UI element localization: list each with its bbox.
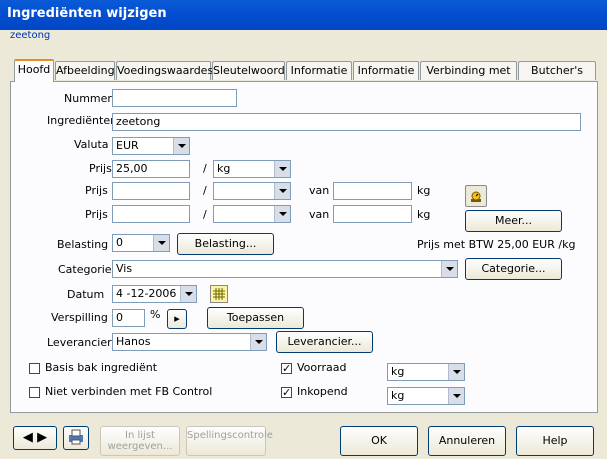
chevron-down-icon[interactable] — [448, 388, 464, 404]
prijs-input-2[interactable] — [112, 182, 190, 200]
van-label-2: van — [309, 184, 330, 197]
unit-select-1[interactable]: kg — [213, 160, 291, 178]
tab-voedingswaardes[interactable]: Voedingswaardes — [116, 61, 213, 80]
categorie-select[interactable]: Vis — [112, 260, 458, 278]
basis-bak-label: Basis bak ingrediënt — [45, 361, 158, 374]
printer-icon — [69, 429, 83, 445]
prev-arrow-icon[interactable]: ◀ — [23, 430, 33, 445]
prijs-label-1: Prijs — [89, 162, 112, 175]
kg-label-2: kg — [417, 184, 431, 197]
window-title: Ingrediënten wijzigen — [7, 6, 167, 21]
van-input-3[interactable] — [333, 205, 412, 223]
chevron-down-icon[interactable] — [274, 183, 290, 199]
voorraad-checkbox[interactable]: ✓ — [281, 363, 292, 374]
belasting-select[interactable]: 0 — [112, 234, 170, 252]
chevron-down-icon[interactable] — [173, 138, 189, 154]
tab-informatie-1[interactable]: Informatie 1 — [286, 61, 352, 95]
niet-verbinden-checkbox[interactable] — [29, 387, 40, 398]
prijs-input-3[interactable] — [112, 205, 190, 223]
print-button[interactable] — [63, 426, 89, 450]
tab-verbinding-met-fb[interactable]: Verbinding met FB — [420, 61, 517, 95]
voorraad-label: Voorraad — [297, 361, 347, 374]
prijs-label-2: Prijs — [85, 184, 108, 197]
meer-button[interactable]: Meer... — [465, 210, 562, 232]
slash-3: / — [203, 208, 207, 221]
record-nav-button[interactable]: ◀ ▶ — [13, 426, 57, 450]
verspilling-input[interactable]: 0 — [112, 309, 145, 327]
kg-label-3: kg — [417, 208, 431, 221]
van-input-2[interactable] — [333, 182, 412, 200]
basis-bak-checkbox[interactable] — [29, 363, 40, 374]
prijs-input-1[interactable]: 25,00 — [112, 160, 190, 178]
chevron-down-icon[interactable] — [274, 206, 290, 222]
prijs-label-3: Prijs — [85, 208, 108, 221]
ok-button[interactable]: OK — [340, 426, 418, 456]
inkopend-checkbox[interactable]: ✓ — [281, 387, 292, 398]
tab-butchers-test[interactable]: Butcher's Test — [518, 61, 596, 95]
leverancier-label: Leverancier — [47, 336, 112, 349]
annuleren-button[interactable]: Annuleren — [428, 426, 506, 456]
datum-picker[interactable]: 4 -12-2006 — [112, 285, 197, 303]
window-subtitle: zeetong — [10, 30, 51, 41]
chevron-down-icon[interactable] — [448, 364, 464, 380]
inkopend-unit-select[interactable]: kg — [387, 387, 465, 405]
slash-1: / — [203, 162, 207, 175]
chevron-down-icon[interactable] — [180, 286, 196, 302]
unit-value-1: kg — [217, 162, 231, 175]
nummer-input[interactable] — [112, 89, 237, 107]
ingredienten-label: Ingrediënten — [47, 114, 118, 127]
ingredienten-input[interactable]: zeetong — [112, 113, 581, 131]
verspilling-label: Verspilling — [51, 311, 108, 324]
percent-label: % — [150, 308, 161, 321]
valuta-label: Valuta — [74, 138, 109, 151]
van-label-3: van — [309, 208, 330, 221]
unit-select-2[interactable] — [213, 182, 291, 200]
nummer-label: Nummer — [64, 92, 112, 105]
tab-informatie-2[interactable]: Informatie 2 — [353, 61, 419, 95]
play-icon: ▸ — [174, 312, 180, 325]
chevron-down-icon[interactable] — [250, 334, 266, 350]
leverancier-button[interactable]: Leverancier... — [276, 331, 373, 353]
arrow-right-button[interactable]: ▸ — [167, 309, 187, 329]
tab-sleutelwoord[interactable]: Sleutelwoord — [212, 61, 285, 80]
datum-label: Datum — [67, 288, 105, 301]
belasting-label: Belasting — [57, 238, 109, 251]
unit-select-3[interactable] — [213, 205, 291, 223]
in-lijst-weergeven-button[interactable]: In lijst weergeven... — [100, 426, 180, 456]
categorie-button[interactable]: Categorie... — [465, 258, 562, 280]
categorie-label: Categorie — [58, 263, 112, 276]
valuta-select[interactable]: EUR — [112, 137, 190, 155]
valuta-value: EUR — [116, 139, 139, 152]
help-button[interactable]: Help — [516, 426, 594, 456]
belasting-button[interactable]: Belasting... — [177, 233, 274, 255]
chevron-down-icon[interactable] — [274, 161, 290, 177]
checkmark-icon: ✓ — [282, 362, 292, 375]
chevron-down-icon[interactable] — [153, 235, 169, 251]
toepassen-button[interactable]: Toepassen — [207, 307, 304, 329]
chevron-down-icon[interactable] — [441, 261, 457, 277]
voorraad-unit-select[interactable]: kg — [387, 363, 465, 381]
spellingscontrole-button[interactable]: Spellingscontrole — [186, 426, 273, 456]
slash-2: / — [203, 184, 207, 197]
tab-afbeelding[interactable]: Afbeelding — [55, 61, 115, 80]
leverancier-select[interactable]: Hanos — [112, 333, 267, 351]
next-arrow-icon[interactable]: ▶ — [37, 430, 47, 445]
tab-hoofd[interactable]: Hoofd — [14, 59, 54, 82]
inkopend-label: Inkopend — [297, 385, 348, 398]
niet-verbinden-label: Niet verbinden met FB Control — [45, 385, 213, 398]
scale-icon[interactable] — [465, 185, 487, 207]
checkmark-icon: ✓ — [282, 386, 292, 399]
btw-text: Prijs met BTW 25,00 EUR /kg — [417, 238, 576, 251]
calendar-icon[interactable] — [210, 285, 228, 303]
